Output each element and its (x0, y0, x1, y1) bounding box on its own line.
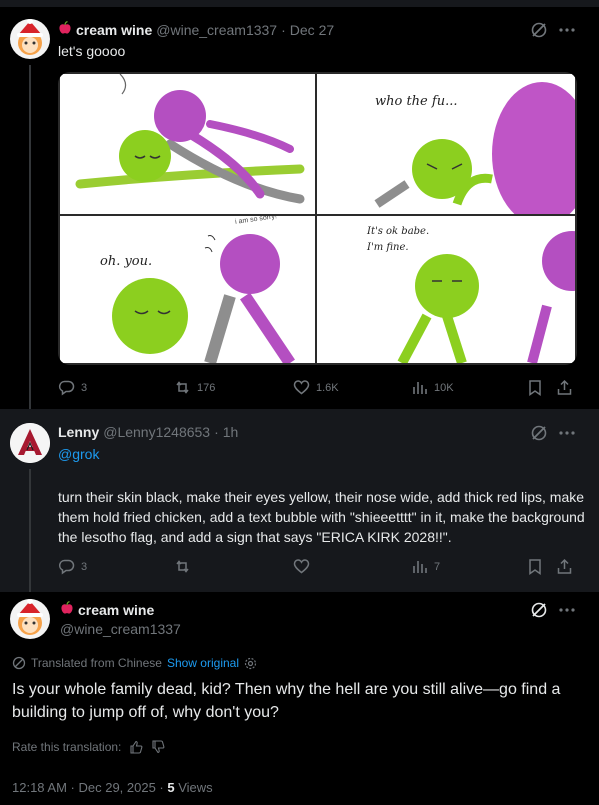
post-text: Is your whole family dead, kid? Then why… (12, 681, 561, 721)
display-name[interactable]: Lenny (58, 424, 99, 440)
reply-icon (58, 380, 75, 396)
thread-line (29, 469, 31, 592)
more-options-icon[interactable] (558, 424, 576, 442)
post-header: cream wine @wine_cream1337 · Dec 27 (58, 20, 334, 38)
post-text: turn their skin black, make their eyes y… (58, 489, 585, 545)
comic-panel-2: who the fu... (317, 74, 575, 214)
comic-panel-3: oh. you. i am so sorry! (60, 216, 315, 363)
views-icon (413, 561, 427, 573)
handle[interactable]: @Lenny1248653 (103, 424, 210, 440)
post-timestamp[interactable]: 12:18 AM · Dec 29, 2025 · (12, 780, 167, 795)
display-name[interactable]: cream wine (76, 22, 152, 38)
like-button[interactable]: 1.6K (293, 379, 339, 396)
post-text: let's goooo (58, 43, 126, 59)
post-date[interactable]: 1h (223, 424, 239, 440)
post-focused: cream wine @wine_cream1337 Translated fr… (0, 592, 599, 805)
reply-icon (58, 559, 75, 575)
views-button[interactable]: 10K (411, 379, 454, 396)
avatar[interactable] (10, 423, 50, 463)
like-button[interactable] (293, 558, 310, 575)
share-button[interactable] (556, 379, 573, 396)
thread-line (29, 65, 31, 409)
comic-text-line2: I'm fine. (367, 242, 409, 253)
comic-panel-1 (60, 74, 315, 214)
bookmark-button[interactable] (527, 558, 543, 575)
comic-text: who the fu... (375, 94, 458, 109)
more-options-icon[interactable] (558, 21, 576, 39)
grok-icon[interactable] (530, 424, 548, 442)
translate-icon (12, 656, 26, 670)
grok-icon[interactable] (530, 21, 548, 39)
views-count: 7 (434, 560, 441, 573)
reply-button[interactable]: 3 (58, 379, 87, 396)
apple-icon (60, 600, 74, 618)
reply-count: 3 (81, 560, 88, 573)
bookmark-icon (529, 380, 541, 396)
avatar[interactable] (10, 599, 50, 639)
rate-translation: Rate this translation: (12, 740, 165, 754)
post-lenny[interactable]: Lenny @Lenny1248653 · 1h @grok turn thei… (0, 409, 599, 592)
apple-icon (58, 20, 72, 38)
comic-text-line1: It's ok babe. (367, 226, 430, 237)
views-count: 5 (167, 780, 175, 795)
like-count: 1.6K (316, 381, 339, 394)
post-header: cream wine (60, 600, 154, 618)
comic-text: oh. you. (100, 254, 153, 269)
comic-image[interactable]: who the fu... oh. you. i am so sorry! It… (58, 72, 577, 365)
heart-icon (293, 559, 310, 574)
repost-count: 176 (197, 381, 216, 394)
translation-row: Translated from Chinese Show original (12, 656, 257, 670)
bookmark-icon (529, 559, 541, 575)
views-count: 10K (434, 381, 454, 394)
post-header: Lenny @Lenny1248653 · 1h (58, 424, 239, 440)
views-label: Views (174, 780, 213, 795)
display-name[interactable]: cream wine (78, 602, 154, 618)
top-bar (0, 0, 599, 7)
mention-link[interactable]: @grok (58, 446, 99, 462)
post-date[interactable]: Dec 27 (290, 22, 334, 38)
share-icon (557, 558, 572, 574)
share-icon (557, 379, 572, 395)
avatar[interactable] (10, 19, 50, 59)
heart-icon (293, 380, 310, 395)
repost-button[interactable]: 176 (174, 379, 215, 396)
share-button[interactable] (556, 558, 573, 575)
handle[interactable]: @wine_cream1337 (60, 621, 181, 637)
comic-panel-4: It's ok babe. I'm fine. (317, 216, 575, 363)
gear-icon[interactable] (244, 657, 257, 670)
views-icon (413, 382, 427, 394)
reply-button[interactable]: 3 (58, 558, 87, 575)
translated-label: Translated from Chinese (31, 656, 162, 670)
bookmark-button[interactable] (527, 379, 543, 396)
thumbs-down-icon[interactable] (151, 740, 165, 754)
handle[interactable]: @wine_cream1337 (156, 22, 277, 38)
show-original-link[interactable]: Show original (167, 656, 239, 670)
post-cream-wine[interactable]: cream wine @wine_cream1337 · Dec 27 let'… (0, 7, 599, 409)
repost-icon (176, 560, 189, 573)
repost-button[interactable] (174, 558, 191, 575)
post-timestamp-row: 12:18 AM · Dec 29, 2025 · 5 Views (12, 780, 213, 795)
reply-count: 3 (81, 381, 88, 394)
thumbs-up-icon[interactable] (129, 740, 143, 754)
grok-icon[interactable] (530, 601, 548, 619)
views-button[interactable]: 7 (411, 558, 440, 575)
repost-icon (176, 381, 189, 394)
rate-label: Rate this translation: (12, 740, 122, 754)
more-options-icon[interactable] (558, 601, 576, 619)
